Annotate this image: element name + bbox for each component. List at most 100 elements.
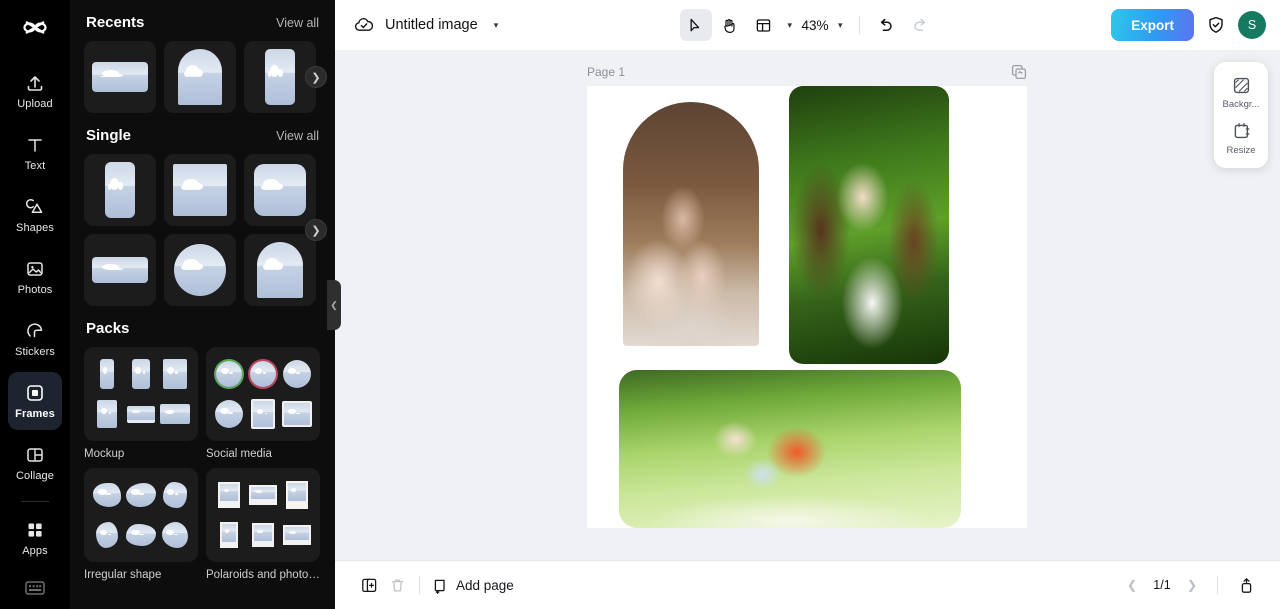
cursor-select-icon — [687, 17, 704, 34]
pack-polaroids[interactable]: Polaroids and photo f... — [206, 468, 320, 581]
pack-irregular-shape[interactable]: Irregular shape — [84, 468, 198, 581]
pack-label: Mockup — [84, 448, 125, 460]
pack-preview — [206, 347, 320, 441]
page-label: Page 1 — [587, 65, 626, 79]
sidebar-item-label: Apps — [22, 545, 48, 557]
sidebar-item-label: Stickers — [15, 346, 55, 358]
single-grid: ❯ — [84, 154, 327, 306]
cloud-saved-icon[interactable] — [353, 14, 375, 36]
canvas-area[interactable]: Page 1 Backgr... Resize — [335, 50, 1280, 560]
zoom-chevron-down-icon[interactable]: ▾ — [832, 20, 849, 31]
stickers-icon — [24, 320, 46, 342]
sidebar-item-upload[interactable]: Upload — [8, 62, 62, 120]
section-header-packs: Packs — [84, 306, 321, 347]
document-title[interactable]: Untitled image — [385, 17, 478, 33]
frame-thumb[interactable] — [244, 154, 316, 226]
prev-page-button[interactable]: ❮ — [1121, 574, 1143, 596]
frame-thumb[interactable] — [84, 234, 156, 306]
sidebar-item-photos[interactable]: Photos — [8, 248, 62, 306]
hand-pan-icon — [721, 17, 738, 34]
packs-grid: Mockup Social media Irregular shape Pola… — [84, 347, 321, 581]
add-page-icon — [432, 577, 449, 594]
chevron-down-icon[interactable]: ▾ — [488, 20, 505, 31]
left-rail: Upload Text Shapes Photos Stickers Frame… — [0, 0, 70, 609]
page-indicator: 1/1 — [1153, 578, 1171, 592]
pages-panel-button[interactable] — [1232, 571, 1260, 599]
sidebar-item-stickers[interactable]: Stickers — [8, 310, 62, 368]
pack-preview — [84, 468, 198, 562]
frame-thumb[interactable] — [84, 41, 156, 113]
pack-social-media[interactable]: Social media — [206, 347, 320, 460]
page-navigation: ❮ 1/1 ❯ — [1121, 571, 1260, 599]
undo-button[interactable] — [870, 9, 902, 41]
view-all-link-single[interactable]: View all — [276, 129, 319, 143]
delete-button[interactable] — [383, 571, 411, 599]
pack-label: Polaroids and photo f... — [206, 569, 320, 581]
sidebar-item-label: Frames — [15, 408, 55, 420]
single-next-arrow[interactable]: ❯ — [305, 219, 327, 241]
frame-thumb[interactable] — [84, 154, 156, 226]
add-page-button[interactable]: Add page — [432, 577, 514, 594]
meadow-family-photo[interactable] — [619, 370, 961, 528]
rail-divider — [21, 501, 49, 502]
sidebar-item-shapes[interactable]: Shapes — [8, 186, 62, 244]
photo-image — [623, 102, 759, 346]
view-all-link-recents[interactable]: View all — [276, 16, 319, 30]
recents-grid: ❯ — [84, 41, 327, 113]
panel-collapse-handle[interactable]: ❮ — [327, 280, 341, 330]
capcut-logo-icon[interactable] — [18, 12, 52, 46]
sidebar-item-apps[interactable]: Apps — [8, 509, 62, 567]
sidebar-item-frames[interactable]: Frames — [8, 372, 62, 430]
frame-thumb[interactable] — [164, 154, 236, 226]
duplicate-icon — [361, 577, 378, 594]
layout-panels-icon — [755, 17, 772, 34]
arch-family-photo[interactable] — [623, 102, 759, 346]
section-header-single: Single View all — [84, 113, 321, 154]
upload-icon — [24, 72, 46, 94]
top-bar-tools: ▾ 43% ▾ — [679, 9, 935, 41]
add-page-label: Add page — [456, 577, 514, 593]
frame-thumb[interactable] — [164, 41, 236, 113]
frame-thumb[interactable] — [244, 234, 316, 306]
duplicate-page-icon[interactable] — [1011, 64, 1027, 80]
main-area: Untitled image ▾ ▾ 43% ▾ Export S Page 1… — [335, 0, 1280, 609]
layout-chevron-down-icon[interactable]: ▾ — [781, 20, 798, 31]
rail-bottom — [0, 579, 70, 597]
sidebar-item-text[interactable]: Text — [8, 124, 62, 182]
keyboard-shortcuts-icon[interactable] — [24, 579, 46, 597]
avatar[interactable]: S — [1238, 11, 1266, 39]
page-canvas[interactable] — [587, 86, 1027, 528]
export-button[interactable]: Export — [1111, 9, 1194, 41]
shield-check-icon[interactable] — [1206, 15, 1226, 35]
layout-tool-button[interactable] — [747, 9, 779, 41]
tool-label: Backgr... — [1222, 99, 1260, 110]
duplicate-button[interactable] — [355, 571, 383, 599]
background-tool-button[interactable]: Backgr... — [1216, 70, 1266, 114]
pack-preview — [206, 468, 320, 562]
redo-button[interactable] — [904, 9, 936, 41]
pack-label: Irregular shape — [84, 569, 162, 581]
portrait-woman-photo[interactable] — [789, 86, 949, 364]
hand-tool-button[interactable] — [713, 9, 745, 41]
redo-icon — [911, 16, 929, 34]
select-tool-button[interactable] — [679, 9, 712, 41]
trash-icon — [389, 577, 406, 594]
chevron-right-icon: ❯ — [311, 71, 321, 84]
zoom-level[interactable]: 43% — [800, 18, 830, 33]
collage-icon — [24, 444, 46, 466]
bottom-bar: Add page ❮ 1/1 ❯ — [335, 560, 1280, 609]
photos-icon — [24, 258, 46, 280]
apps-icon — [24, 519, 46, 541]
pack-mockup[interactable]: Mockup — [84, 347, 198, 460]
resize-tool-button[interactable]: Resize — [1216, 116, 1266, 160]
sidebar-item-collage[interactable]: Collage — [8, 434, 62, 492]
sidebar-item-label: Photos — [17, 284, 53, 296]
undo-icon — [877, 16, 895, 34]
recents-next-arrow[interactable]: ❯ — [305, 66, 327, 88]
section-header-recents: Recents View all — [84, 0, 321, 41]
photo-image — [789, 86, 949, 364]
next-page-button[interactable]: ❯ — [1181, 574, 1203, 596]
top-bar-left: Untitled image ▾ — [353, 14, 504, 36]
frame-thumb[interactable] — [164, 234, 236, 306]
bottom-divider — [419, 576, 420, 594]
